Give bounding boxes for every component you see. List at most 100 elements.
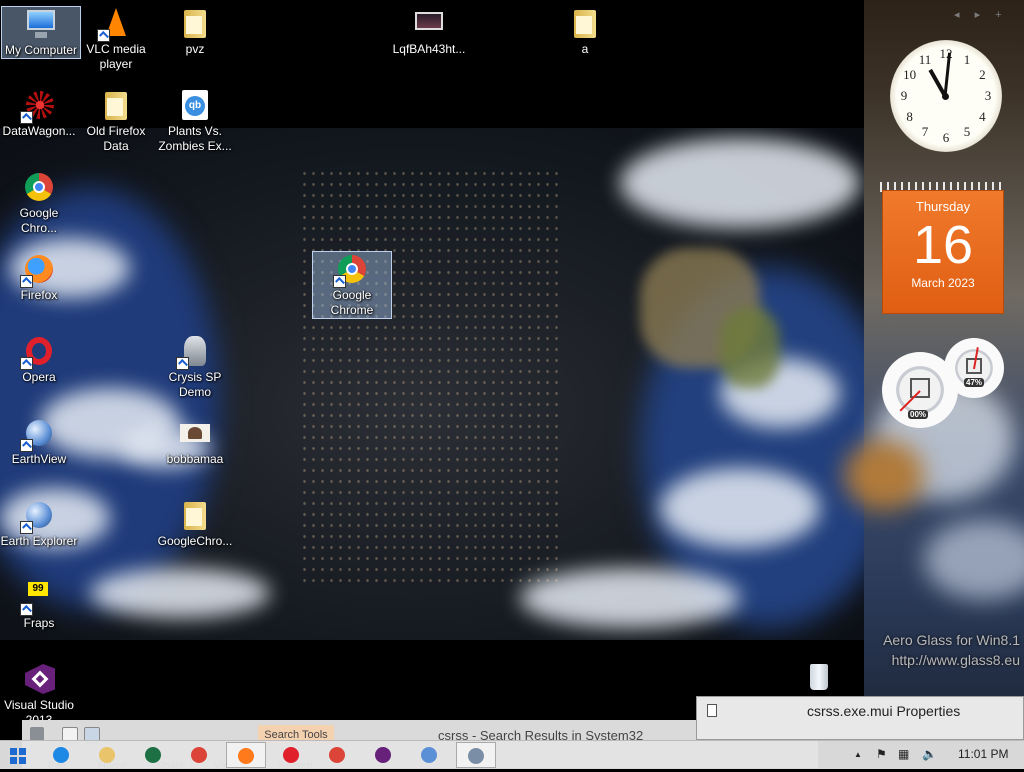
memory-meter-dial: 47% bbox=[944, 338, 1004, 398]
clock-number: 7 bbox=[921, 124, 929, 140]
calendar-body: Thursday 16 March 2023 bbox=[882, 190, 1004, 314]
excel-icon bbox=[145, 747, 161, 763]
clock-gadget[interactable]: 12 1 2 3 4 5 6 7 8 9 10 11 bbox=[884, 34, 1008, 158]
desktop-icon-vlc[interactable]: VLC media player bbox=[77, 6, 155, 72]
image-file-icon bbox=[412, 6, 446, 40]
action-center-flag-icon[interactable]: ⚑ bbox=[876, 747, 887, 761]
qbittorrent-icon bbox=[178, 88, 212, 122]
desktop-icon-a[interactable]: a bbox=[546, 6, 624, 57]
taskbar-item-image-viewer[interactable] bbox=[456, 742, 496, 768]
desktop-icon-lqfbah43ht[interactable]: LqfBAh43ht... bbox=[390, 6, 468, 57]
icon-label: VLC media player bbox=[86, 42, 146, 71]
clock-number: 1 bbox=[963, 51, 971, 67]
taskbar-item-file-explorer[interactable] bbox=[88, 742, 128, 768]
desktop-icon-google-chrome-1[interactable]: Google Chro... bbox=[0, 170, 78, 236]
desktop-icon-old-firefox-data[interactable]: Old Firefox Data bbox=[77, 88, 155, 154]
icon-label: Earth Explorer bbox=[0, 534, 78, 548]
icon-label: DataWagon... bbox=[2, 124, 76, 138]
desktop-icon-earth-explorer[interactable]: Earth Explorer bbox=[0, 498, 78, 549]
clock-number: 5 bbox=[963, 124, 971, 140]
icon-label: My Computer bbox=[4, 43, 78, 57]
chrome-2-icon bbox=[329, 747, 345, 763]
taskbar-clock[interactable]: 11:01 PM bbox=[958, 747, 1008, 761]
earth-icon bbox=[421, 747, 437, 763]
volume-icon[interactable]: 🔈 bbox=[922, 747, 937, 761]
desktop-icon-fraps[interactable]: 99 Fraps bbox=[0, 580, 78, 631]
desktop-wallpaper bbox=[0, 128, 864, 640]
clock-center bbox=[942, 93, 949, 100]
desktop-icon-googlechro-folder[interactable]: GoogleChro... bbox=[156, 498, 234, 549]
globe-icon bbox=[20, 416, 56, 452]
globe-icon bbox=[20, 498, 56, 534]
desktop-icon-google-chrome-2[interactable]: Google Chrome bbox=[312, 251, 392, 319]
taskbar-item-chrome[interactable] bbox=[180, 742, 220, 768]
taskbar-item-opera[interactable] bbox=[272, 742, 312, 768]
desktop-icon-opera[interactable]: Opera bbox=[0, 334, 78, 385]
taskbar-item-internet-explorer[interactable] bbox=[42, 742, 82, 768]
folder-icon bbox=[178, 498, 212, 532]
taskbar-item-firefox[interactable] bbox=[226, 742, 266, 768]
clock-number: 4 bbox=[979, 109, 986, 124]
properties-window[interactable]: csrss.exe.mui Properties bbox=[696, 696, 1024, 740]
recycle-bin-icon bbox=[802, 662, 836, 696]
opera-icon bbox=[283, 747, 299, 763]
taskbar-item-chrome-2[interactable] bbox=[318, 742, 358, 768]
desktop-icon-my-computer[interactable]: My Computer bbox=[1, 6, 81, 59]
desktop-icon-datawagon[interactable]: DataWagon... bbox=[0, 88, 78, 139]
file-explorer-icon bbox=[99, 747, 115, 763]
calendar-day-name: Thursday bbox=[915, 199, 971, 214]
clock-number: 2 bbox=[979, 67, 986, 82]
desktop-icon-crysis-sp-demo[interactable]: Crysis SP Demo bbox=[156, 334, 234, 400]
taskbar-item-visual-studio[interactable] bbox=[364, 742, 404, 768]
icon-label: LqfBAh43ht... bbox=[392, 42, 466, 56]
image-file-icon bbox=[178, 416, 212, 450]
icon-label: EarthView bbox=[11, 452, 67, 466]
network-icon[interactable]: ▦ bbox=[898, 747, 909, 761]
taskbar-item-excel[interactable] bbox=[134, 742, 174, 768]
icon-label: Google Chrome bbox=[330, 288, 374, 317]
icon-label: Plants Vs. Zombies Ex... bbox=[158, 124, 232, 153]
desktop-icon-firefox[interactable]: Firefox bbox=[0, 252, 78, 303]
icon-label: a bbox=[581, 42, 589, 56]
desktop-icon-earthview[interactable]: EarthView bbox=[0, 416, 78, 467]
opera-icon bbox=[20, 334, 56, 370]
clock-number: 8 bbox=[906, 109, 913, 124]
cpu-percent: 00% bbox=[908, 410, 929, 419]
clock-number: 12 bbox=[939, 46, 953, 61]
folder-icon bbox=[99, 88, 133, 122]
clock-number: 6 bbox=[942, 130, 950, 145]
properties-window-title: csrss.exe.mui Properties bbox=[807, 703, 961, 719]
start-button[interactable] bbox=[10, 748, 26, 764]
image-viewer-icon bbox=[468, 748, 484, 764]
taskbar-item-earth[interactable] bbox=[410, 742, 450, 768]
icon-label: Fraps bbox=[23, 616, 55, 630]
firefox-icon bbox=[238, 748, 254, 764]
fraps-icon: 99 bbox=[20, 580, 56, 616]
folder-icon bbox=[568, 6, 602, 40]
crysis-icon bbox=[176, 334, 212, 370]
icon-label: Firefox bbox=[20, 288, 58, 302]
desktop-icon-visual-studio[interactable]: Visual Studio 2013 bbox=[0, 662, 78, 728]
tray-overflow-icon[interactable]: ▲ bbox=[854, 750, 862, 759]
computer-icon bbox=[24, 7, 58, 41]
calendar-gadget[interactable]: Thursday 16 March 2023 bbox=[880, 182, 1006, 314]
memory-percent: 47% bbox=[964, 378, 985, 387]
icon-label: Old Firefox Data bbox=[86, 124, 146, 153]
desktop-icon-plants-vs-zombies[interactable]: Plants Vs. Zombies Ex... bbox=[156, 88, 234, 154]
desktop-icon-recycle-bin[interactable] bbox=[780, 662, 858, 698]
chrome-icon bbox=[191, 747, 207, 763]
datawagon-icon bbox=[20, 88, 56, 124]
internet-explorer-icon bbox=[53, 747, 69, 763]
desktop-icon-pvz[interactable]: pvz bbox=[156, 6, 234, 57]
taskbar: ▲ ⚑ ▦ 🔈 11:01 PM bbox=[0, 740, 1024, 769]
vlc-icon bbox=[97, 6, 133, 42]
clock-number: 10 bbox=[903, 67, 917, 82]
icon-label: pvz bbox=[185, 42, 205, 56]
search-icon[interactable] bbox=[30, 727, 44, 741]
clock-number: 11 bbox=[918, 51, 932, 67]
gadget-controls[interactable]: ◂ ▸ + bbox=[954, 8, 1008, 21]
watermark-line1: Aero Glass for Win8.1 bbox=[883, 632, 1020, 648]
icon-label: bobbamaa bbox=[166, 452, 224, 466]
desktop-icon-bobbamaa[interactable]: bobbamaa bbox=[156, 416, 234, 467]
calendar-month-year: March 2023 bbox=[911, 276, 975, 290]
